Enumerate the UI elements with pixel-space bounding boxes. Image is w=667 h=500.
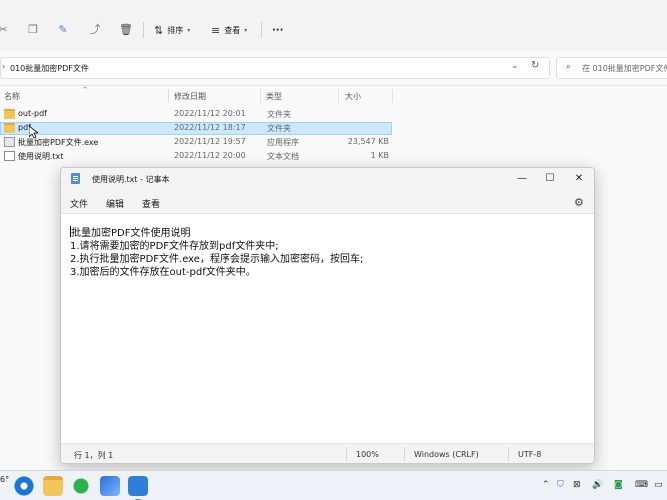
column-divider[interactable] [260, 89, 261, 103]
toolbar-divider [143, 22, 144, 38]
input-method-icon[interactable]: ⌨ [635, 480, 648, 490]
copy-icon[interactable]: ❐ [26, 23, 40, 37]
close-icon[interactable]: ✕ [569, 171, 589, 187]
file-list-header: ^ 名称 修改日期 类型 大小 [0, 86, 667, 106]
text-line-content: 批量加密PDF文件使用说明 [71, 228, 191, 239]
menu-file[interactable]: 文件 [70, 197, 88, 210]
menu-view[interactable]: 查看 [142, 197, 160, 210]
file-name: out-pdf [18, 109, 47, 118]
file-date: 2022/11/12 19:57 [174, 137, 246, 146]
share-icon[interactable]: ⤴ [88, 23, 102, 37]
search-placeholder: 在 010批量加密PDF文件 [582, 64, 667, 73]
column-date[interactable]: 修改日期 [174, 91, 206, 102]
notepad-task-icon[interactable] [128, 476, 148, 500]
photos-icon[interactable] [100, 476, 120, 496]
toolbar-divider [261, 22, 262, 38]
chevron-up-icon[interactable]: ⌃ [542, 480, 550, 490]
file-date: 2022/11/12 18:17 [174, 123, 246, 132]
file-date: 2022/11/12 20:00 [174, 151, 246, 160]
chevron-down-icon: ▾ [244, 26, 248, 34]
column-size[interactable]: 大小 [345, 91, 361, 102]
notepad-window: 使用说明.txt - 记事本 — ☐ ✕ 文件 编辑 查看 ⚙ 批量加密PDF文… [60, 167, 595, 464]
file-explorer-icon[interactable] [43, 476, 63, 496]
file-type: 文本文档 [267, 152, 299, 161]
chevron-down-icon[interactable]: ⌄ [511, 61, 519, 71]
text-line: 1.请将需要加密的PDF文件存放到pdf文件夹中; [70, 241, 279, 252]
column-name[interactable]: 名称 [4, 91, 20, 102]
address-path: 010批量加密PDF文件 [10, 64, 89, 73]
column-divider[interactable] [392, 89, 393, 103]
folder-icon [4, 109, 15, 119]
chevron-down-icon: ▾ [187, 26, 191, 34]
search-input[interactable]: ⌕ 在 010批量加密PDF文件 [556, 57, 667, 79]
text-line: 批量加密PDF文件使用说明 [70, 226, 594, 240]
delete-icon[interactable]: 🗑 [119, 23, 133, 37]
minimize-icon[interactable]: — [512, 171, 532, 187]
address-row: › 010批量加密PDF文件 ⌄ ↻ ⌕ 在 010批量加密PDF文件 [0, 50, 667, 86]
cursor-position: 行 1，列 1 [74, 451, 114, 460]
notepad-title: 使用说明.txt - 记事本 [92, 175, 170, 184]
file-type: 文件夹 [267, 124, 291, 133]
menu-edit[interactable]: 编辑 [106, 197, 124, 210]
text-document-icon [4, 151, 15, 161]
text-line: 2.执行批量加密PDF文件.exe，程序会提示输入加密密码，按回车; [70, 254, 364, 265]
notepad-text-area[interactable]: 批量加密PDF文件使用说明 1.请将需要加密的PDF文件存放到pdf文件夹中; … [61, 214, 594, 441]
notepad-menu-bar: 文件 编辑 查看 ⚙ [61, 190, 594, 214]
more-options-button[interactable]: ··· [272, 22, 283, 38]
cut-icon[interactable]: ✂ [0, 23, 10, 37]
folder-icon [4, 123, 15, 133]
sort-ascending-icon: ^ [82, 86, 88, 94]
volume-icon[interactable]: 🔊 [592, 480, 603, 490]
sort-button[interactable]: ⇅ 排序 ▾ [154, 22, 190, 38]
status-divider [346, 447, 347, 461]
security-icon[interactable]: ⛉ [557, 480, 564, 490]
file-row-exe[interactable]: 批量加密PDF文件.exe 2022/11/12 19:57 应用程序 23,5… [0, 136, 392, 149]
column-type[interactable]: 类型 [266, 91, 282, 102]
file-row-pdf[interactable]: pdf 2022/11/12 18:17 文件夹 [0, 122, 392, 135]
file-name: 使用说明.txt [18, 152, 64, 161]
taskbar: 6° ⌃ ⛉ ⊠ 🔊 ◙ ⌨ ▭ [0, 470, 667, 500]
search-icon: ⌕ [566, 62, 572, 72]
maximize-icon[interactable]: ☐ [540, 171, 560, 187]
wechat-icon[interactable] [71, 476, 91, 496]
column-divider[interactable] [338, 89, 339, 103]
application-icon [4, 137, 15, 147]
notepad-status-bar: 行 1，列 1 100% Windows (CRLF) UTF-8 [61, 443, 594, 463]
view-label: 查看 [224, 25, 241, 35]
view-icon: ≡ [211, 23, 221, 37]
file-type: 文件夹 [267, 110, 291, 119]
explorer-toolbar: ✂ ❐ ✎ ⤴ 🗑 ⇅ 排序 ▾ ≡ 查看 ▾ ··· [0, 0, 667, 50]
more-icon: ··· [272, 24, 284, 36]
battery-icon[interactable]: ▭ [654, 480, 663, 490]
chevron-right-icon[interactable]: › [2, 62, 5, 71]
refresh-icon[interactable]: ↻ [531, 60, 539, 71]
file-size: 1 KB [370, 151, 389, 160]
status-divider [508, 447, 509, 461]
view-button[interactable]: ≡ 查看 ▾ [211, 22, 247, 38]
mouse-cursor-icon [29, 126, 38, 139]
sort-label: 排序 [167, 25, 184, 35]
notepad-icon [71, 173, 80, 184]
weather-widget[interactable]: 6° [0, 475, 9, 484]
zoom-level: 100% [356, 450, 379, 459]
address-bar[interactable]: › 010批量加密PDF文件 ⌄ [0, 57, 550, 79]
file-row-out-pdf[interactable]: out-pdf 2022/11/12 20:01 文件夹 [0, 108, 392, 121]
line-ending: Windows (CRLF) [414, 450, 479, 459]
encoding: UTF-8 [518, 450, 542, 459]
text-line: 3.加密后的文件存放在out-pdf文件夹中。 [70, 267, 256, 278]
notepad-title-bar[interactable]: 使用说明.txt - 记事本 — ☐ ✕ [61, 168, 594, 190]
file-date: 2022/11/12 20:01 [174, 109, 246, 118]
column-divider[interactable] [168, 89, 169, 103]
app-tray-icon[interactable]: ◙ [614, 480, 623, 490]
status-divider [404, 447, 405, 461]
file-size: 23,547 KB [347, 137, 389, 146]
sort-icon: ⇅ [154, 23, 164, 37]
edge-icon[interactable] [14, 476, 34, 496]
file-type: 应用程序 [267, 138, 299, 147]
gear-icon[interactable]: ⚙ [574, 196, 584, 209]
network-icon[interactable]: ⊠ [573, 480, 581, 490]
rename-icon[interactable]: ✎ [56, 23, 70, 37]
file-row-txt[interactable]: 使用说明.txt 2022/11/12 20:00 文本文档 1 KB [0, 150, 392, 163]
